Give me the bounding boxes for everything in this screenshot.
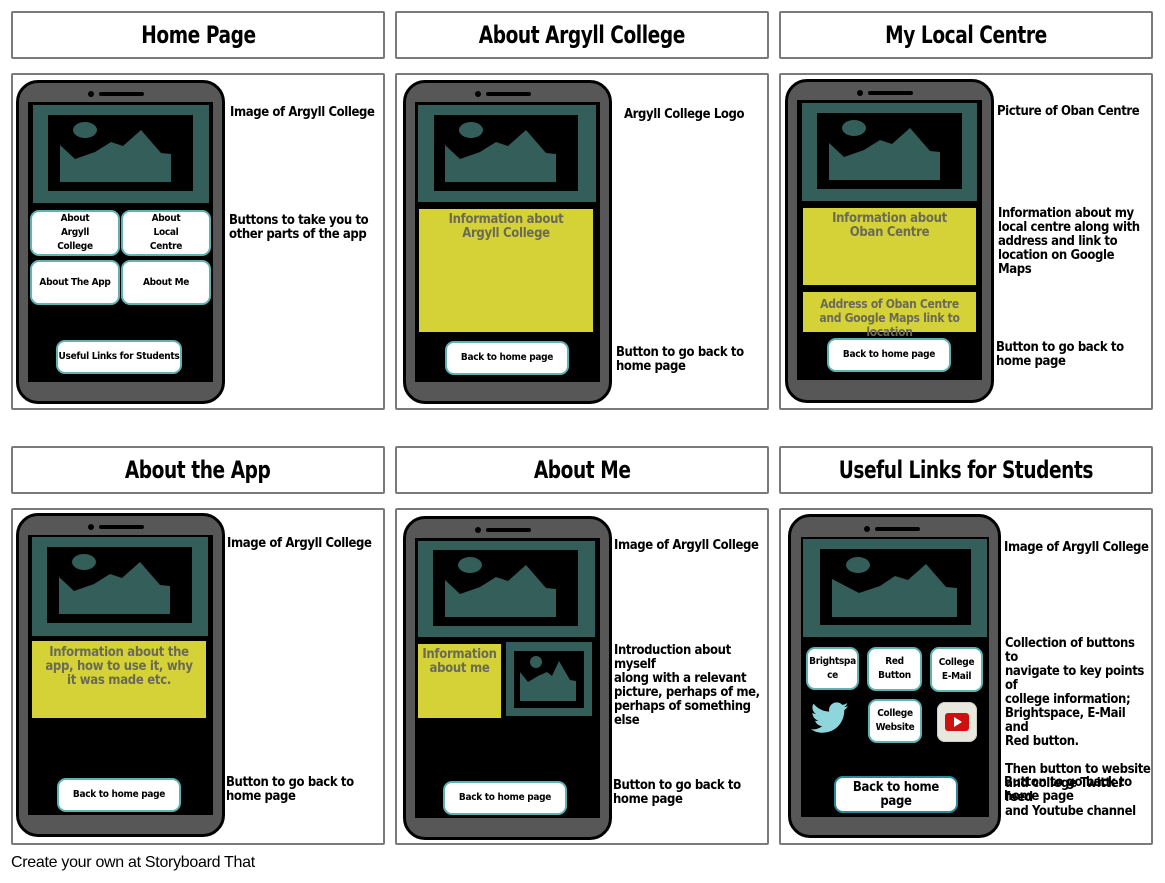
back-to-home-button[interactable]: Back to home page (834, 776, 958, 813)
info-panel: Information about Argyll College (419, 209, 593, 332)
college-email-button[interactable]: College E-Mail (930, 647, 983, 692)
annotation: Image of Argyll College (227, 536, 372, 551)
red-button-button[interactable]: Red Button (867, 647, 922, 691)
image-icon (60, 122, 171, 182)
panel-title-about-app: About the App (11, 446, 385, 494)
camera-icon (475, 527, 481, 533)
speaker-icon (868, 91, 913, 95)
panel-about-college: Information about Argyll College Back to… (395, 73, 769, 410)
annotation: Button to go back to home page (1004, 775, 1132, 804)
speaker-icon (99, 525, 144, 529)
panel-about-app: Information about the app, how to use it… (11, 508, 385, 845)
phone-mockup: Information about the app, how to use it… (16, 513, 225, 837)
speaker-icon (875, 527, 920, 531)
image-placeholder (803, 539, 987, 637)
address-panel: Address of Oban Centre and Google Maps l… (803, 292, 976, 339)
annotation: Picture of Oban Centre (997, 104, 1140, 119)
info-panel: Information about me (418, 644, 501, 718)
annotation: Image of Argyll College (230, 105, 375, 120)
image-icon (59, 554, 170, 614)
info-panel: Information about Oban Centre (803, 208, 976, 285)
camera-icon (88, 524, 94, 530)
image-icon (520, 656, 576, 701)
back-to-home-button[interactable]: Back to home page (57, 778, 181, 812)
speaker-icon (99, 92, 144, 96)
panel-home: About Argyll College About Local Centre … (11, 73, 385, 410)
about-argyll-college-button[interactable]: About Argyll College (30, 210, 120, 256)
phone-screen: Information about me Back to home page (415, 538, 600, 818)
image-placeholder (802, 103, 977, 201)
useful-links-button[interactable]: Useful Links for Students (56, 340, 182, 374)
speaker-icon (486, 92, 531, 96)
back-to-home-button[interactable]: Back to home page (827, 338, 951, 372)
annotation: Image of Argyll College (1004, 540, 1149, 555)
back-to-home-button[interactable]: Back to home page (445, 341, 569, 375)
phone-mockup: Information about Argyll College Back to… (403, 80, 612, 404)
image-icon (445, 557, 556, 617)
annotation: Button to go back to home page (613, 778, 741, 807)
phone-screen: About Argyll College About Local Centre … (28, 102, 213, 382)
image-placeholder (32, 537, 208, 636)
phone-mockup: About Argyll College About Local Centre … (16, 80, 225, 404)
camera-icon (475, 91, 481, 97)
panel-title-about-college: About Argyll College (395, 11, 769, 59)
brightspace-button[interactable]: Brightspa ce (806, 647, 859, 690)
camera-icon (857, 90, 863, 96)
annotation: Buttons to take you to other parts of th… (229, 213, 369, 242)
phone-screen: Information about Oban Centre Address of… (797, 100, 982, 380)
panel-title-useful-links: Useful Links for Students (779, 446, 1153, 494)
panel-title-local-centre: My Local Centre (779, 11, 1153, 59)
image-placeholder (418, 541, 595, 637)
image-icon (445, 122, 556, 182)
title-text: Home Page (140, 21, 256, 49)
phone-mockup: Information about Oban Centre Address of… (785, 79, 994, 403)
small-image-placeholder (506, 642, 592, 716)
camera-icon (88, 91, 94, 97)
speaker-icon (486, 528, 531, 532)
back-to-home-button[interactable]: Back to home page (443, 781, 567, 815)
image-icon (832, 557, 957, 617)
annotation: Introduction about myself along with a r… (614, 643, 760, 728)
annotation: Button to go back to home page (226, 775, 354, 804)
phone-screen: Brightspa ce Red Button College E-Mail C… (801, 537, 989, 817)
title-text: About Argyll College (478, 21, 686, 49)
annotation: Information about my local centre along … (998, 206, 1140, 277)
about-local-centre-button[interactable]: About Local Centre (121, 210, 211, 256)
camera-icon (864, 526, 870, 532)
image-placeholder (418, 105, 596, 202)
youtube-icon[interactable] (937, 702, 977, 742)
phone-mockup: Information about me Back to home page (403, 516, 612, 840)
college-website-button[interactable]: College Website (868, 699, 922, 743)
panel-local-centre: Information about Oban Centre Address of… (779, 73, 1153, 410)
panel-useful-links: Brightspa ce Red Button College E-Mail C… (779, 508, 1153, 845)
about-the-app-button[interactable]: About The App (30, 260, 120, 305)
phone-screen: Information about the app, how to use it… (28, 535, 213, 815)
about-me-button[interactable]: About Me (121, 260, 211, 305)
title-text: Useful Links for Students (838, 456, 1094, 484)
phone-mockup: Brightspa ce Red Button College E-Mail C… (788, 514, 1001, 838)
image-placeholder (33, 105, 209, 203)
title-text: My Local Centre (885, 21, 1047, 49)
phone-screen: Information about Argyll College Back to… (415, 102, 600, 382)
annotation: Image of Argyll College (614, 538, 759, 553)
footer-credit[interactable]: Create your own at Storyboard That (11, 854, 255, 872)
annotation: Argyll College Logo (624, 107, 745, 122)
panel-title-home: Home Page (11, 11, 385, 59)
panel-about-me: Information about me Back to home page I… (395, 508, 769, 845)
image-icon (829, 120, 940, 180)
twitter-icon[interactable] (810, 701, 849, 735)
annotation: Button to go back to home page (616, 345, 744, 374)
panel-title-about-me: About Me (395, 446, 769, 494)
title-text: About the App (125, 456, 271, 484)
info-panel: Information about the app, how to use it… (32, 641, 206, 718)
title-text: About Me (533, 456, 631, 484)
annotation: Button to go back to home page (996, 340, 1124, 369)
